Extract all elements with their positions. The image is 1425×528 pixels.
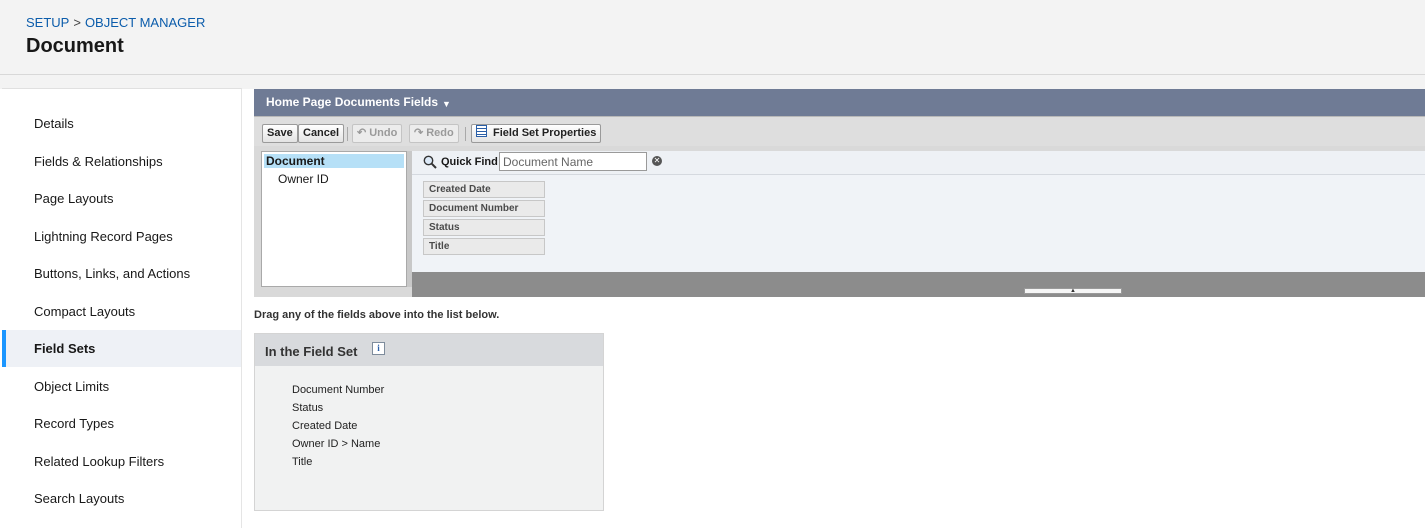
field-tile-document-number[interactable]: Document Number [423,200,545,217]
quick-find-label: Quick Find [441,156,498,168]
properties-icon [476,125,487,137]
field-set-item-status[interactable]: Status [292,402,323,414]
sidebar-item-fields-relationships[interactable]: Fields & Relationships [2,143,241,180]
breadcrumb-separator: > [73,15,81,30]
field-tile-title[interactable]: Title [423,238,545,255]
field-set-properties-button[interactable]: Field Set Properties [471,124,602,143]
field-set-item-document-number[interactable]: Document Number [292,384,384,396]
field-set-item-created-date[interactable]: Created Date [292,420,357,432]
tree-item-document[interactable]: Document [264,154,404,168]
sidebar-item-page-layouts[interactable]: Page Layouts [2,180,241,217]
quick-find-bar: Quick Find ✕ [412,151,1425,175]
breadcrumb-object-manager-link[interactable]: OBJECT MANAGER [85,15,205,30]
page-title: Document [26,35,124,57]
editor-header[interactable]: Home Page Documents Fields ▼ [254,89,1425,116]
search-icon [423,155,437,169]
field-set-item-owner-name[interactable]: Owner ID > Name [292,438,380,450]
field-tile-status[interactable]: Status [423,219,545,236]
field-set-item-title[interactable]: Title [292,456,312,468]
resize-handle-icon[interactable]: ▲ [1024,288,1122,294]
sidebar-item-details[interactable]: Details [2,105,241,142]
redo-button[interactable]: ↷ Redo [409,124,459,143]
field-set-properties-label: Field Set Properties [493,127,597,139]
undo-label: Undo [369,127,398,139]
field-tile-created-date[interactable]: Created Date [423,181,545,198]
chevron-down-icon[interactable]: ▼ [442,91,451,118]
field-set-list[interactable]: In the Field Set i Document Number Statu… [254,333,604,511]
sidebar-item-field-sets[interactable]: Field Sets [2,330,241,367]
field-set-editor: Home Page Documents Fields ▼ Save Cancel … [254,89,1425,297]
drag-hint-text: Drag any of the fields above into the li… [254,309,500,321]
page-header: SETUP > OBJECT MANAGER Document [0,0,1425,75]
save-button[interactable]: Save [262,124,298,143]
breadcrumb: SETUP > OBJECT MANAGER [26,15,205,30]
undo-icon: ↶ [357,127,367,139]
field-palette: Quick Find ✕ Created Date Document Numbe… [412,151,1425,272]
redo-icon: ↷ [414,127,424,139]
field-set-title: In the Field Set [265,344,358,359]
header-gap [0,75,1425,89]
redo-label: Redo [426,127,454,139]
object-tree: Document Owner ID [261,151,407,287]
sidebar-item-compact-layouts[interactable]: Compact Layouts [2,293,241,330]
sidebar-item-buttons-links-actions[interactable]: Buttons, Links, and Actions [2,255,241,292]
sidebar-item-lightning-record-pages[interactable]: Lightning Record Pages [2,218,241,255]
undo-button[interactable]: ↶ Undo [352,124,403,143]
cancel-button[interactable]: Cancel [298,124,345,143]
sidebar: Details Fields & Relationships Page Layo… [2,88,242,528]
palette-footer [412,272,1425,297]
sidebar-item-related-lookup-filters[interactable]: Related Lookup Filters [2,443,241,480]
info-icon[interactable]: i [372,342,385,355]
quick-find-input[interactable] [499,152,647,171]
sidebar-item-search-layouts[interactable]: Search Layouts [2,480,241,517]
clear-search-icon[interactable]: ✕ [652,156,662,166]
editor-title: Home Page Documents Fields [266,95,439,109]
sidebar-item-record-types[interactable]: Record Types [2,405,241,442]
editor-toolbar: Save Cancel ↶ Undo ↷ Redo Field Set Proper… [254,116,1425,146]
toolbar-divider [347,127,348,141]
breadcrumb-setup-link[interactable]: SETUP [26,15,69,30]
tree-item-owner-id[interactable]: Owner ID [264,172,404,186]
field-set-header: In the Field Set i [255,334,603,366]
sidebar-item-object-limits[interactable]: Object Limits [2,368,241,405]
toolbar-divider [465,127,466,141]
